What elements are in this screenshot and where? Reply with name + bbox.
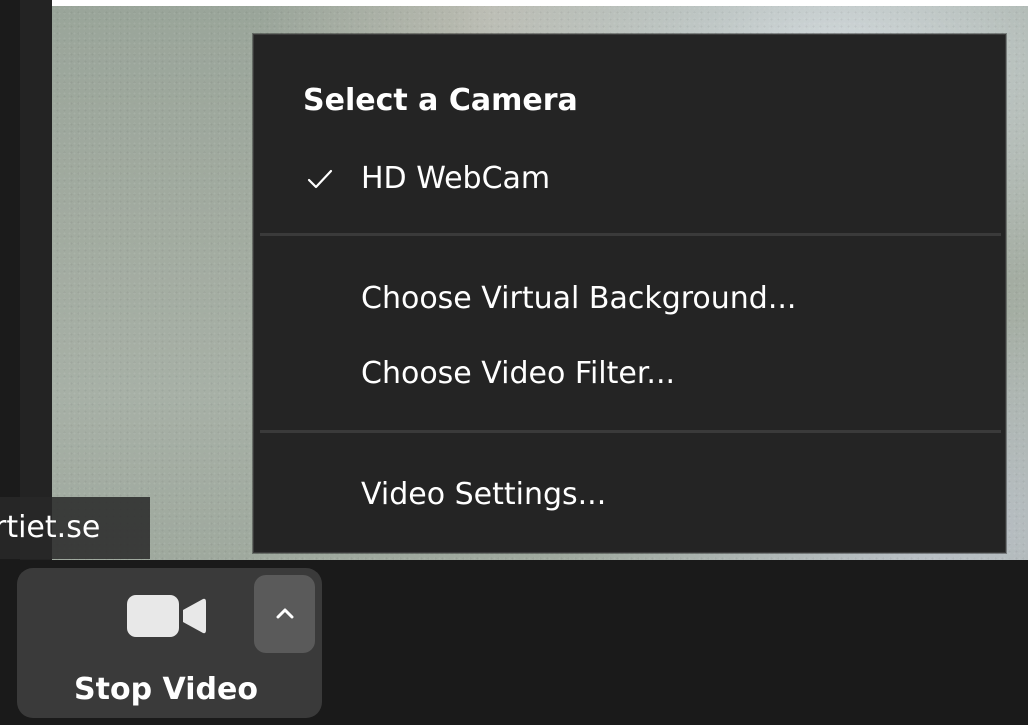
menu-item-hd-webcam[interactable]: HD WebCam — [254, 153, 1005, 205]
right-edge — [1028, 0, 1034, 725]
video-options-button[interactable] — [254, 575, 315, 653]
menu-item-label: Choose Virtual Background... — [361, 281, 797, 316]
menu-item-video-settings[interactable]: Video Settings... — [254, 469, 1005, 521]
top-edge — [52, 0, 1028, 6]
video-meeting-window: rtiet.se Stop Video Select a Camera HD W… — [0, 0, 1034, 725]
video-camera-icon[interactable] — [127, 593, 207, 639]
menu-separator — [260, 430, 1001, 433]
menu-item-label: HD WebCam — [361, 161, 551, 196]
menu-item-label: Choose Video Filter... — [361, 356, 676, 391]
menu-item-choose-virtual-background[interactable]: Choose Virtual Background... — [254, 273, 1005, 325]
adjacent-video-panel — [20, 0, 52, 560]
checkmark-icon — [307, 169, 333, 189]
participant-name: rtiet.se — [0, 510, 101, 545]
menu-separator — [260, 233, 1001, 236]
participant-name-tag: rtiet.se — [0, 497, 150, 559]
menu-title: Select a Camera — [303, 83, 578, 118]
camera-options-menu: Select a Camera HD WebCam Choose Virtual… — [253, 34, 1006, 553]
chevron-up-icon — [276, 608, 294, 619]
stop-video-label[interactable]: Stop Video — [17, 668, 315, 712]
menu-item-choose-video-filter[interactable]: Choose Video Filter... — [254, 348, 1005, 400]
menu-item-label: Video Settings... — [361, 477, 607, 512]
